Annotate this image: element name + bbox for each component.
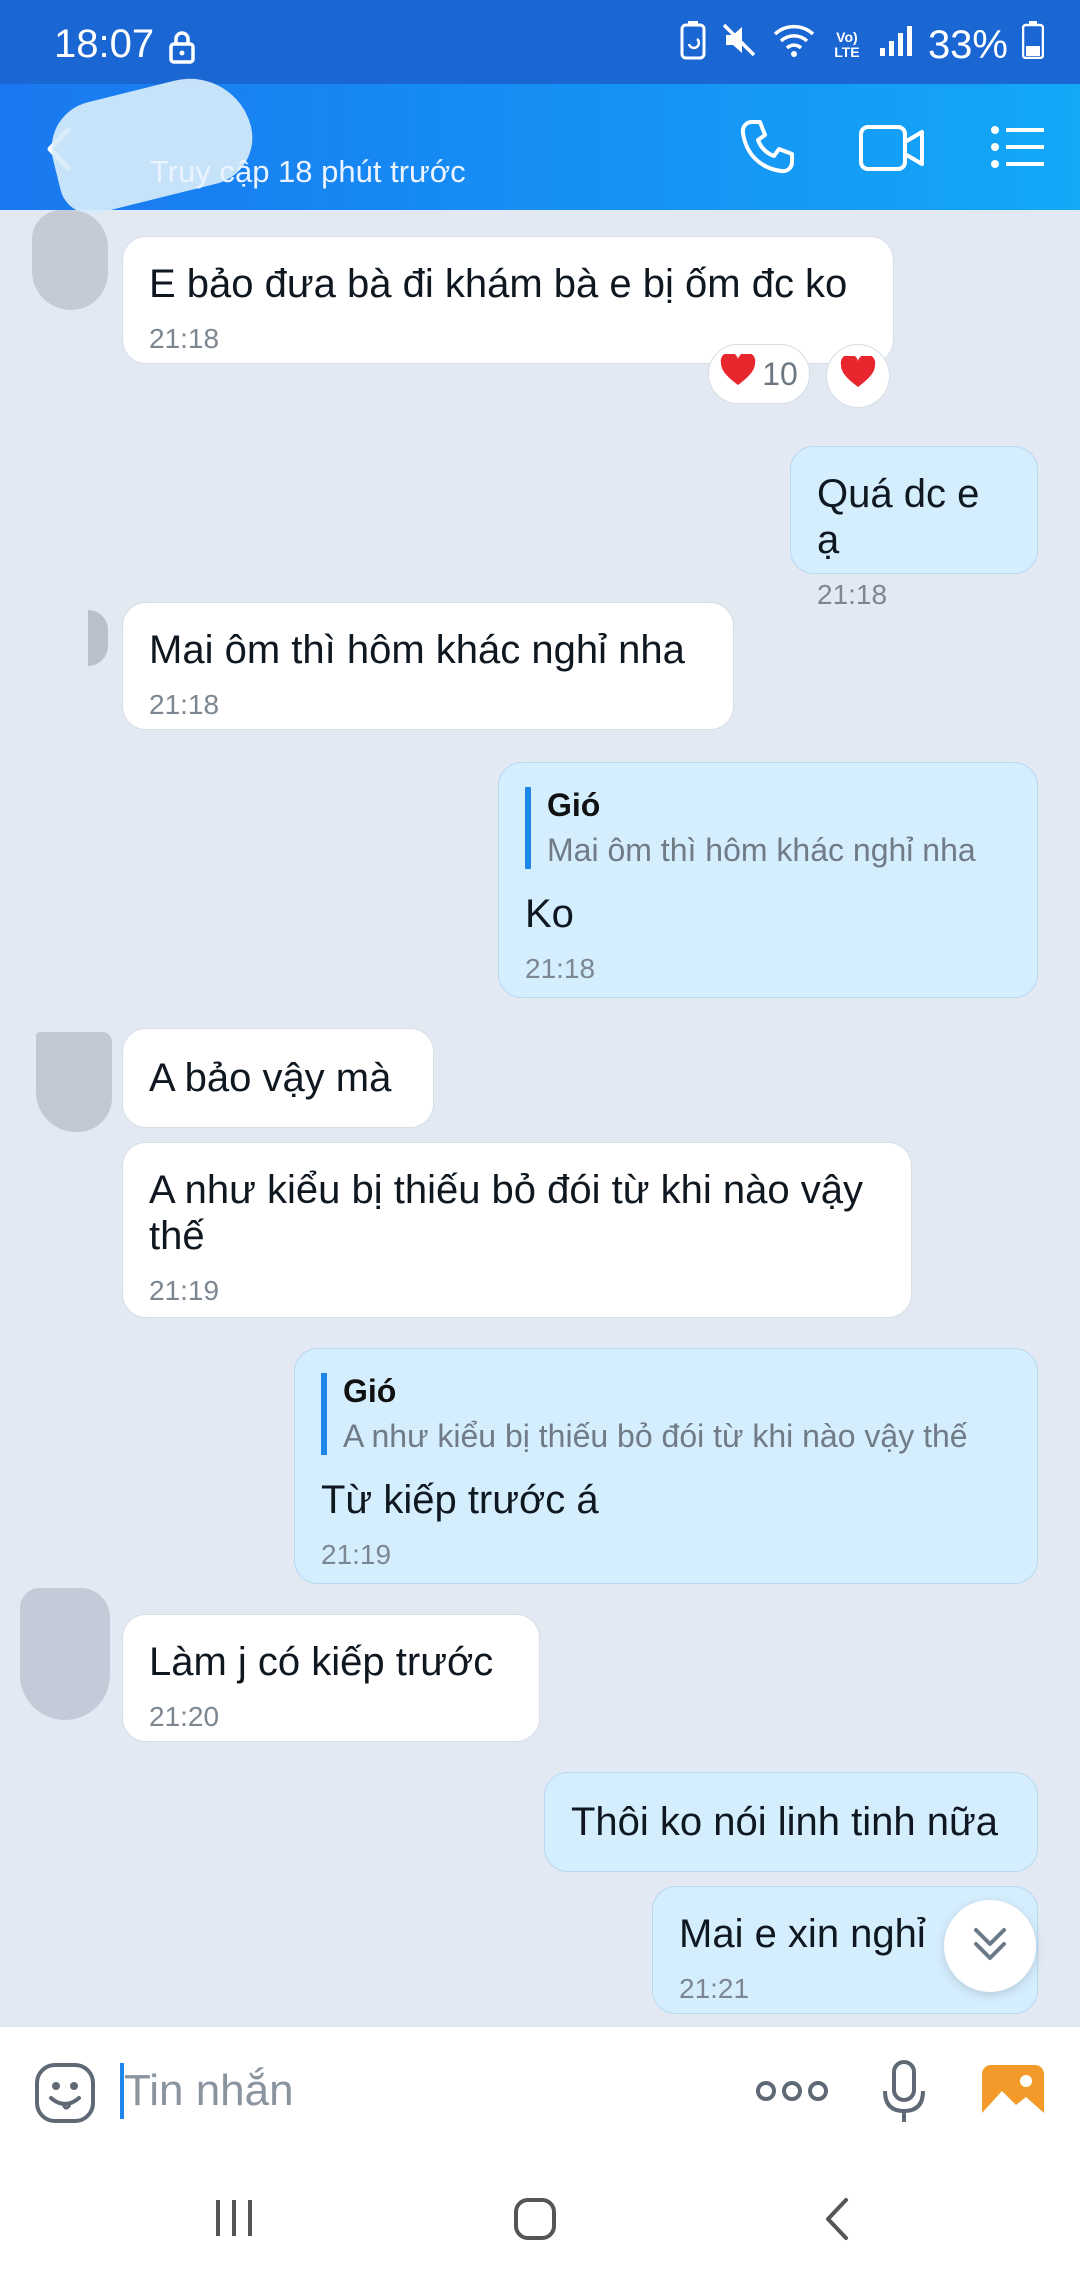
battery-icon: [1021, 21, 1045, 69]
message-time: 21:18: [817, 579, 888, 610]
image-gallery-icon[interactable]: [980, 2063, 1046, 2128]
recent-apps-icon[interactable]: [212, 2196, 256, 2245]
battery-saver-icon: [680, 20, 706, 70]
message-text: A bảo vậy mà: [149, 1056, 392, 1100]
battery-percent: 33%: [927, 22, 1008, 67]
message-bubble[interactable]: Gió A như kiểu bị thiếu bỏ đói từ khi nà…: [294, 1348, 1038, 1584]
message-text: E bảo đưa bà đi khám bà e bị ốm đc ko: [149, 262, 848, 306]
message-text: Mai ôm thì hôm khác nghỉ nha: [149, 628, 685, 672]
message-time: 21:18: [525, 953, 596, 984]
home-icon[interactable]: [512, 2196, 558, 2247]
status-bar: 18:07 Vo) LTE 33%: [0, 0, 1080, 84]
quote-text: A như kiểu bị thiếu bỏ đói từ khi nào vậ…: [343, 1418, 968, 1454]
wifi-icon: [772, 22, 816, 68]
message-time: 21:20: [149, 1701, 220, 1732]
status-time: 18:07: [54, 22, 155, 66]
message-bubble[interactable]: A như kiểu bị thiếu bỏ đói từ khi nào vậ…: [122, 1142, 912, 1318]
video-camera-icon[interactable]: [858, 124, 926, 177]
more-dots-icon[interactable]: [756, 2069, 828, 2118]
heart-icon: [840, 354, 876, 396]
message-time: 21:19: [149, 1275, 220, 1306]
message-time: 21:19: [321, 1539, 392, 1570]
chat-header: Truy cập 18 phút trước: [0, 65, 1080, 221]
lock-icon: [168, 30, 196, 69]
emoji-icon[interactable]: [34, 2062, 96, 2129]
scroll-to-bottom-button[interactable]: [944, 1900, 1036, 1992]
quote-author: Gió: [343, 1373, 397, 1409]
last-seen-status: Truy cập 18 phút trước: [150, 154, 466, 189]
avatar[interactable]: [88, 610, 108, 666]
list-menu-icon[interactable]: [990, 124, 1046, 175]
reply-quote[interactable]: Gió A như kiểu bị thiếu bỏ đói từ khi nà…: [321, 1373, 1011, 1455]
status-right: Vo) LTE 33%: [680, 20, 1045, 70]
double-chevron-down-icon: [970, 1924, 1010, 1969]
message-text: Quá dc e ạ: [817, 472, 980, 562]
quote-text: Mai ôm thì hôm khác nghỉ nha: [547, 832, 976, 868]
message-text: A như kiểu bị thiếu bỏ đói từ khi nào vậ…: [149, 1168, 864, 1258]
message-text: Từ kiếp trước á: [321, 1478, 599, 1522]
reaction-heart-button[interactable]: [826, 344, 890, 408]
reaction-count: 10: [762, 355, 798, 392]
phone-icon[interactable]: [738, 118, 796, 181]
mute-icon: [720, 21, 758, 69]
message-bubble[interactable]: Làm j có kiếp trước 21:20: [122, 1614, 540, 1742]
reply-quote[interactable]: Gió Mai ôm thì hôm khác nghỉ nha: [525, 787, 1011, 869]
back-nav-icon[interactable]: [820, 2196, 854, 2247]
message-bubble[interactable]: Mai ôm thì hôm khác nghỉ nha 21:18: [122, 602, 734, 730]
reaction-heart-count[interactable]: 10: [708, 344, 810, 404]
message-bubble[interactable]: Thôi ko nói linh tinh nữa: [544, 1772, 1038, 1872]
message-bubble[interactable]: Quá dc e ạ 21:18: [790, 446, 1038, 610]
message-bubble[interactable]: A bảo vậy mà: [122, 1028, 434, 1128]
message-text: Ko: [525, 892, 574, 936]
message-time: 21:18: [149, 689, 220, 720]
redacted-contact-name[interactable]: [41, 65, 263, 221]
message-input-bar: [0, 2026, 1080, 2157]
message-text: Làm j có kiếp trước: [149, 1640, 494, 1684]
message-input[interactable]: [124, 2063, 724, 2119]
avatar[interactable]: [20, 1588, 110, 1720]
message-list[interactable]: E bảo đưa bà đi khám bà e bị ốm đc ko 21…: [0, 210, 1080, 2026]
message-bubble[interactable]: Gió Mai ôm thì hôm khác nghỉ nha Ko 21:1…: [498, 762, 1038, 998]
quote-author: Gió: [547, 787, 601, 823]
volte-icon: Vo) LTE: [834, 29, 860, 60]
heart-icon: [720, 352, 756, 394]
microphone-icon[interactable]: [880, 2059, 928, 2130]
system-navigation-bar: [0, 2156, 1080, 2280]
avatar[interactable]: [36, 1032, 112, 1132]
avatar[interactable]: [32, 210, 108, 310]
signal-icon: [878, 23, 914, 68]
message-text: Thôi ko nói linh tinh nữa: [571, 1800, 999, 1844]
